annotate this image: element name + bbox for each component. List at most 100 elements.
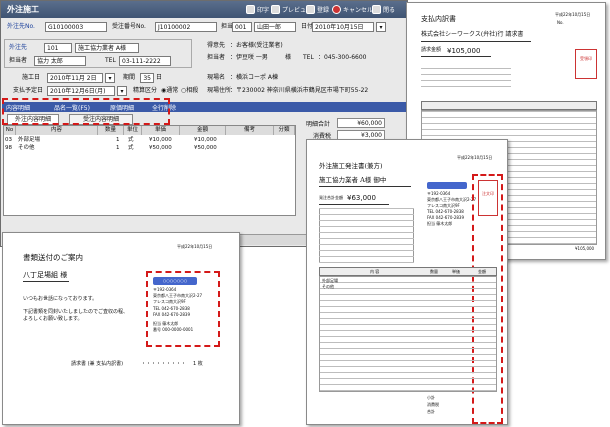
invoice-date: 平成22年10月15日: [555, 12, 591, 17]
column-header: 備考: [226, 126, 274, 135]
letter-leader-dots: ・・・・・・・・・: [141, 361, 187, 367]
address-label: 現場住所: [207, 87, 232, 94]
order-total-label: 合計: [427, 409, 435, 414]
letter-address1: 東京都八王子市南大沢2-27: [153, 293, 203, 298]
letter-greeting: いつもお世話になっております。: [23, 296, 98, 302]
work-date-label: 施工日: [22, 74, 41, 81]
work-date-field[interactable]: 2010年11月 2日: [47, 73, 103, 83]
preview-icon: [271, 5, 280, 14]
period-unit: 日: [156, 74, 163, 81]
outsource-no-label: 外注先No.: [7, 23, 35, 30]
order-address2: フレスコ南大沢9F: [427, 203, 460, 208]
order-tel: TEL 042-670-2838: [427, 209, 464, 214]
register-button[interactable]: 登録: [306, 3, 329, 16]
order-address1: 東京都八王子市南大沢2-27: [427, 197, 477, 202]
column-header: No: [4, 126, 16, 135]
letter-enclosed-count: 1 枚: [193, 361, 203, 367]
invoice-table-header: [421, 101, 597, 110]
highlight-frame: [2, 98, 170, 125]
outsource-no-field[interactable]: G10100003: [45, 22, 107, 32]
settle-normal-radio[interactable]: ◉通常: [161, 86, 178, 96]
detail-total-label: 明細合計: [306, 121, 331, 128]
company-logo: [427, 182, 467, 189]
letter-body-1: 下記書類を同封いたしましたのでご査収の程、: [23, 309, 129, 315]
invoice-stamp: 受領印: [575, 49, 597, 79]
column-header: 単価: [142, 126, 180, 135]
vendor-person-label: 担当者: [9, 57, 28, 64]
order-table-body: [319, 276, 497, 392]
order-subtotal-label: 小計: [427, 395, 435, 400]
invoice-amount-label: 請求金額: [421, 47, 442, 53]
vendor-tel-label: TEL: [105, 57, 116, 64]
column-header: 内容: [16, 126, 98, 135]
print-button[interactable]: 印字: [246, 3, 269, 16]
site-label: 現場名: [207, 74, 226, 81]
vendor-name-field[interactable]: 施工協力業者 A様: [75, 43, 139, 53]
vendor-code-select[interactable]: 101: [44, 43, 72, 53]
payment-date-dropdown[interactable]: ▾: [117, 86, 127, 96]
order-date: 平成22年10月15日: [457, 155, 493, 160]
order-fax: FAX 042-670-2839: [427, 215, 465, 220]
column-header: 数量: [98, 126, 124, 135]
title-bar: 外注施工 印字 プレビュー 登録 キャンセル 閉る: [1, 1, 407, 18]
settle-label: 精算区分: [133, 87, 158, 94]
work-date-dropdown[interactable]: ▾: [105, 73, 115, 83]
order-recipient: 施工協力業者 A様 御中: [319, 176, 387, 184]
cancel-icon: [332, 5, 341, 14]
cancel-button[interactable]: キャンセル: [332, 3, 373, 16]
close-button[interactable]: 閉る: [372, 3, 395, 16]
column-header: 単位: [124, 126, 142, 135]
owner-name-field[interactable]: 山田一郎: [254, 22, 296, 32]
vendor-person-field[interactable]: 協力 太郎: [34, 56, 86, 66]
invoice-total: ¥105,000: [575, 246, 595, 251]
invoice-doc-no: No.: [557, 20, 564, 25]
site-value: ：横浜コーポ A棟: [230, 74, 279, 81]
detail-total-value: ¥60,000: [337, 118, 385, 128]
letter-body-2: よろしくお願い致します。: [23, 316, 83, 322]
table-row[interactable]: 03 外部足場 1 式 ¥10,000 ¥10,000: [4, 136, 295, 144]
payment-date-field[interactable]: 2010年12月6日(月): [47, 86, 115, 96]
letter-zip: 〒192-0364: [153, 287, 177, 292]
payment-label: 支払予定日: [13, 87, 44, 94]
letter-recipient: 八丁足場組 様: [23, 271, 68, 279]
table-row[interactable]: 98 その他 1 式 ¥50,000 ¥50,000: [4, 144, 295, 152]
letter-address2: フレスコ南大沢9F: [153, 299, 186, 304]
settle-offset-radio[interactable]: ○相殺: [181, 86, 198, 96]
vendor-tel-field[interactable]: 03-111-2222: [119, 56, 171, 66]
address-value: ：〒230002 神奈川県横浜市鶴見区市場下町55-22: [230, 87, 369, 94]
order-title: 外注施工発注書(兼方): [319, 162, 383, 170]
order-no-label: 受注番号No.: [112, 23, 146, 30]
invoice-title: 支払内訳書: [421, 15, 456, 23]
window-title: 外注施工: [7, 5, 39, 14]
letter-date: 平成22年10月15日: [177, 244, 213, 249]
vendor-label: 外注先: [9, 44, 28, 51]
order-zip: 〒192-0364: [427, 191, 451, 196]
letter-title: 書類送付のご案内: [23, 253, 83, 262]
detail-grid: No 内容 数量 単位 単価 金額 備考 分類 03 外部足場 1 式 ¥10,…: [3, 125, 296, 216]
order-document: 外注施工発注書(兼方) 平成22年10月15日 施工協力業者 A様 御中 発注合…: [306, 139, 508, 425]
cover-letter-document: 平成22年10月15日 書類送付のご案内 八丁足場組 様 いつもお世話になってお…: [2, 232, 240, 425]
letter-enclosed-item: 請求書 (兼 支払内訳書): [71, 361, 124, 367]
order-row-1: 外部足場: [322, 278, 338, 283]
order-amount: ¥63,000: [347, 194, 376, 202]
invoice-company: 株式会社シーワークス(弁社)行 請求書: [421, 31, 524, 38]
printer-icon: [246, 5, 255, 14]
client-person-value: ：伊豆咲 一男: [230, 54, 268, 61]
client-person-suffix: 様: [285, 54, 292, 61]
order-amount-label: 発注合計金額: [319, 195, 343, 200]
period-field[interactable]: 35: [140, 73, 154, 83]
letter-person: 担当 篠木太郎: [153, 321, 179, 326]
order-person: 担当 篠木太郎: [427, 221, 453, 226]
letter-fax: FAX 042-670-2839: [153, 312, 191, 317]
order-row-2: その他: [322, 284, 334, 289]
client-tel-value: ：045-300-6600: [318, 54, 367, 61]
letter-code: 番号 000-0000-0001: [153, 327, 194, 332]
column-header: 分類: [274, 126, 295, 135]
column-header: 金額: [180, 126, 226, 135]
order-no-field[interactable]: J10100002: [155, 22, 217, 32]
invoice-amount: ¥105,000: [447, 47, 481, 55]
date-field[interactable]: 2010年10月15日: [312, 22, 374, 32]
owner-code-select[interactable]: 001: [232, 22, 252, 32]
client-person-label: 担当者: [207, 54, 226, 61]
calendar-button[interactable]: ▾: [376, 22, 386, 32]
